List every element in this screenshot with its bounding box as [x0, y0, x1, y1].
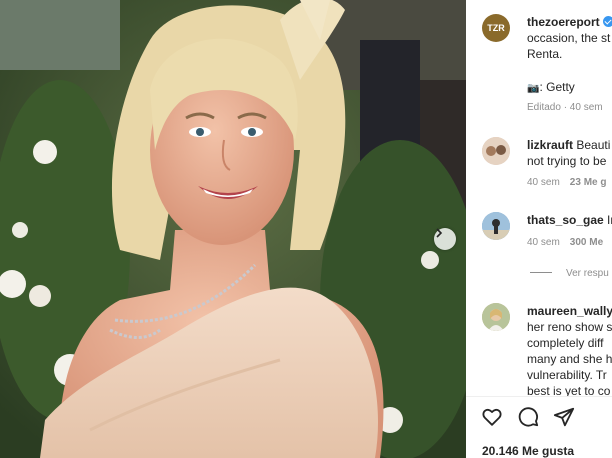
avatar-image	[482, 137, 510, 165]
comment-text-line: vulnerability. Tr	[527, 368, 607, 382]
comment-time: 40 sem	[527, 177, 560, 188]
like-button[interactable]	[480, 405, 504, 429]
caption-text-line: occasion, the st	[527, 31, 611, 45]
comment-text-line: completely diff	[527, 336, 604, 350]
photo-image	[0, 0, 466, 458]
likes-count[interactable]: 20.146 Me gusta	[482, 444, 574, 458]
verified-badge-icon	[602, 16, 612, 27]
comment-button[interactable]	[516, 405, 540, 429]
comment-text-line: thats_so_gae In	[527, 212, 612, 228]
comment-text-line: maureen_wally	[527, 303, 612, 319]
comment-username[interactable]: maureen_wally	[527, 304, 612, 318]
actions-divider	[466, 396, 612, 397]
caption-header: thezoereport	[527, 14, 612, 30]
chevron-right-icon	[436, 228, 443, 238]
comment-text: In	[607, 213, 612, 227]
comment-text-line: not trying to be	[527, 154, 607, 168]
comment-text: Beauti	[576, 138, 611, 152]
avatar-initials: TZR	[487, 23, 505, 33]
commenter-avatar[interactable]	[482, 137, 510, 165]
share-icon	[553, 407, 575, 427]
author-username[interactable]: thezoereport	[527, 15, 600, 29]
credit-text: : Getty	[539, 80, 575, 94]
carousel-next-button[interactable]	[434, 228, 456, 250]
comment-likes[interactable]: 300 Me	[570, 237, 603, 248]
comment-username[interactable]: thats_so_gae	[527, 213, 604, 227]
comment-likes[interactable]: 23 Me g	[570, 177, 607, 188]
commenter-avatar[interactable]	[482, 303, 510, 331]
avatar-image	[482, 212, 510, 240]
camera-icon: 📷	[527, 83, 540, 94]
author-avatar[interactable]: TZR	[482, 14, 510, 42]
comment-meta: 40 sem 300 Me	[527, 237, 612, 248]
comment-text-line: many and she h	[527, 352, 612, 366]
heart-icon	[482, 408, 502, 426]
comment-meta: 40 sem 23 Me g	[527, 177, 612, 188]
edited-timestamp: Editado · 40 sem	[527, 102, 603, 113]
comment-icon	[518, 407, 539, 427]
comment-username[interactable]: lizkrauft	[527, 138, 573, 152]
comment-text-line: her reno show s	[527, 320, 612, 334]
comment-text-line: best is yet to co	[527, 384, 611, 396]
share-button[interactable]	[552, 405, 576, 429]
view-replies-button[interactable]: Ver respu	[530, 268, 609, 279]
commenter-avatar[interactable]	[482, 212, 510, 240]
comments-panel: TZR thezoereport occasion, the st Renta.…	[466, 0, 612, 458]
avatar-image	[482, 303, 510, 331]
photo-credit: 📷: Getty	[527, 79, 575, 97]
comment-time: 40 sem	[527, 237, 560, 248]
post-photo[interactable]	[0, 0, 466, 458]
caption-text-line: Renta.	[527, 47, 563, 61]
comment-text-line: lizkrauft Beauti	[527, 137, 610, 153]
